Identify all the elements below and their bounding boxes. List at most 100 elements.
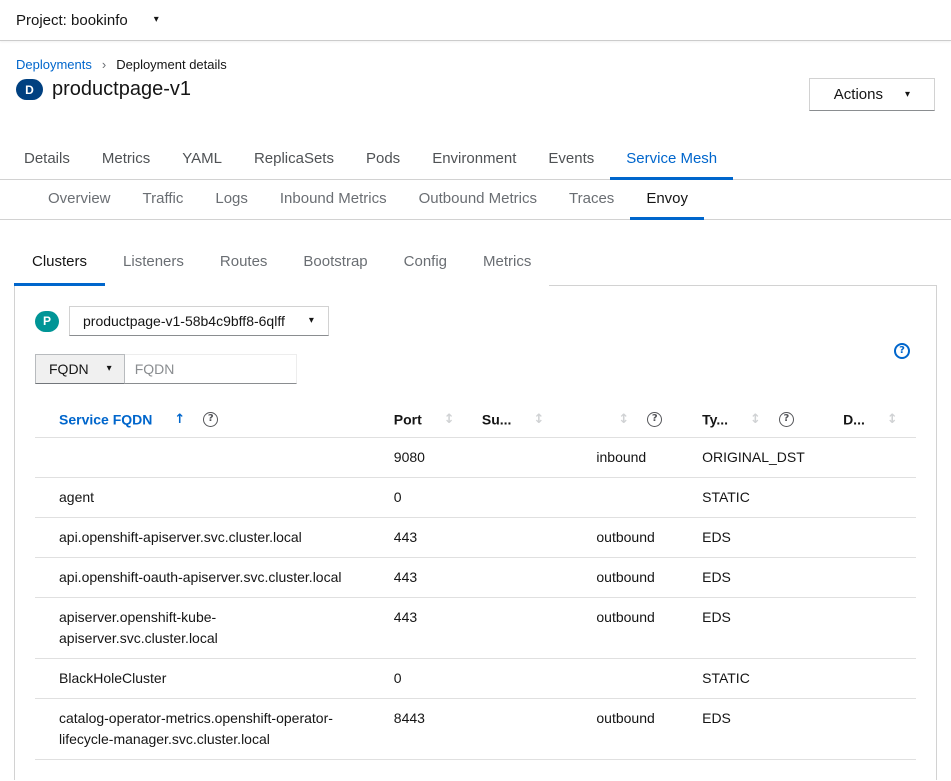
- cell-subset: [458, 558, 573, 598]
- tab-pods[interactable]: Pods: [350, 140, 416, 180]
- tab-yaml[interactable]: YAML: [166, 140, 238, 180]
- cell-destination_rule: [819, 699, 916, 760]
- tab-overview[interactable]: Overview: [32, 180, 127, 220]
- tab-logs[interactable]: Logs: [199, 180, 264, 220]
- tabs-filler: [549, 240, 937, 286]
- cell-subset: [458, 659, 573, 699]
- column-label-fqdn: Service FQDN: [59, 411, 152, 427]
- tab-service-mesh[interactable]: Service Mesh: [610, 140, 733, 180]
- actions-button-label: Actions: [834, 86, 883, 103]
- cell-direction: [572, 478, 678, 518]
- table-row: BlackHoleCluster0STATIC: [35, 659, 916, 699]
- cell-direction: outbound: [572, 598, 678, 659]
- tab-outbound-metrics[interactable]: Outbound Metrics: [403, 180, 553, 220]
- column-header-direction[interactable]: ↕?: [572, 400, 678, 438]
- tab-listeners[interactable]: Listeners: [105, 240, 202, 286]
- cell-type: ORIGINAL_DST: [678, 438, 819, 478]
- column-help-icon[interactable]: ?: [647, 412, 662, 427]
- cell-port: 8443: [370, 699, 458, 760]
- breadcrumb-link-deployments[interactable]: Deployments: [16, 57, 92, 72]
- column-label-port: Port: [394, 411, 422, 427]
- breadcrumb: Deployments › Deployment details: [16, 57, 935, 72]
- cell-subset: [458, 518, 573, 558]
- tab-events[interactable]: Events: [532, 140, 610, 180]
- page-title: productpage-v1: [52, 78, 191, 101]
- cell-destination_rule: [819, 659, 916, 699]
- column-header-destination_rule[interactable]: D... ↕: [819, 400, 916, 438]
- filter-row: FQDN ▾: [35, 354, 916, 384]
- pod-select-value: productpage-v1-58b4c9bff8-6qlff: [83, 313, 285, 329]
- column-header-fqdn[interactable]: Service FQDN ↑?: [35, 400, 370, 438]
- tab-metrics[interactable]: Metrics: [86, 140, 166, 180]
- tab-traces[interactable]: Traces: [553, 180, 630, 220]
- cell-port: 0: [370, 659, 458, 699]
- tab-inbound-metrics[interactable]: Inbound Metrics: [264, 180, 403, 220]
- sort-icon[interactable]: ↕: [618, 412, 629, 427]
- cell-fqdn: agent: [35, 478, 370, 518]
- service-mesh-tabs: OverviewTrafficLogsInbound MetricsOutbou…: [0, 180, 951, 220]
- caret-down-icon: ▾: [154, 15, 159, 25]
- sort-icon[interactable]: ↕: [533, 412, 544, 427]
- cell-subset: [458, 699, 573, 760]
- column-help-icon[interactable]: ?: [779, 412, 794, 427]
- column-header-port[interactable]: Port ↕: [370, 400, 458, 438]
- fqdn-filter-input[interactable]: [125, 354, 297, 384]
- project-bar: Project: bookinfo ▾: [0, 0, 951, 41]
- envoy-clusters-card: ? P productpage-v1-58b4c9bff8-6qlff ▾ FQ…: [14, 286, 937, 780]
- cell-port: 443: [370, 558, 458, 598]
- table-header-row: Service FQDN↑?Port↕Su...↕↕?Ty...↕?D...↕: [35, 400, 916, 438]
- tab-traffic[interactable]: Traffic: [127, 180, 200, 220]
- tab-routes[interactable]: Routes: [202, 240, 286, 286]
- table-row: agent0STATIC: [35, 478, 916, 518]
- cell-port: 9080: [370, 438, 458, 478]
- column-header-type[interactable]: Ty... ↕?: [678, 400, 819, 438]
- sort-asc-icon[interactable]: ↑: [174, 412, 185, 427]
- title-row: D productpage-v1 Actions ▾: [16, 78, 935, 114]
- pod-select[interactable]: productpage-v1-58b4c9bff8-6qlff ▾: [69, 306, 329, 336]
- cell-destination_rule: [819, 558, 916, 598]
- tab-details[interactable]: Details: [8, 140, 86, 180]
- sort-icon[interactable]: ↕: [444, 412, 455, 427]
- clusters-table: Service FQDN↑?Port↕Su...↕↕?Ty...↕?D...↕ …: [35, 400, 916, 760]
- actions-button[interactable]: Actions ▾: [809, 78, 935, 111]
- tab-metrics[interactable]: Metrics: [465, 240, 549, 286]
- sort-icon[interactable]: ↕: [887, 412, 898, 427]
- tab-bootstrap[interactable]: Bootstrap: [285, 240, 385, 286]
- clusters-help-icon[interactable]: ?: [894, 343, 910, 359]
- column-help-icon[interactable]: ?: [203, 412, 218, 427]
- tab-environment[interactable]: Environment: [416, 140, 532, 180]
- column-label-type: Ty...: [702, 411, 728, 427]
- cell-fqdn: catalog-operator-metrics.openshift-opera…: [35, 699, 370, 760]
- caret-down-icon: ▾: [309, 316, 314, 326]
- table-row: apiserver.openshift-kube-apiserver.svc.c…: [35, 598, 916, 659]
- filter-category-label: FQDN: [49, 361, 89, 377]
- cell-direction: outbound: [572, 699, 678, 760]
- column-header-subset[interactable]: Su...↕: [458, 400, 573, 438]
- caret-down-icon: ▾: [905, 90, 910, 100]
- deployment-badge: D: [16, 79, 43, 100]
- filter-category-select[interactable]: FQDN ▾: [35, 354, 125, 384]
- cell-type: EDS: [678, 518, 819, 558]
- cell-fqdn: api.openshift-apiserver.svc.cluster.loca…: [35, 518, 370, 558]
- cell-direction: outbound: [572, 558, 678, 598]
- sort-icon[interactable]: ↕: [750, 412, 761, 427]
- tab-config[interactable]: Config: [386, 240, 465, 286]
- tab-envoy[interactable]: Envoy: [630, 180, 704, 220]
- table-row: catalog-operator-metrics.openshift-opera…: [35, 699, 916, 760]
- cell-direction: [572, 659, 678, 699]
- caret-down-icon: ▾: [107, 364, 112, 374]
- cell-port: 0: [370, 478, 458, 518]
- cell-destination_rule: [819, 478, 916, 518]
- breadcrumb-current: Deployment details: [116, 57, 227, 72]
- tab-clusters[interactable]: Clusters: [14, 240, 105, 286]
- cell-destination_rule: [819, 598, 916, 659]
- cell-port: 443: [370, 598, 458, 659]
- pod-badge: P: [35, 311, 59, 332]
- column-label-destination_rule: D...: [843, 411, 865, 427]
- cell-fqdn: [35, 438, 370, 478]
- project-selector-label: Project: bookinfo: [16, 12, 128, 29]
- cell-subset: [458, 438, 573, 478]
- project-selector[interactable]: Project: bookinfo ▾: [16, 12, 159, 29]
- cell-direction: inbound: [572, 438, 678, 478]
- tab-replicasets[interactable]: ReplicaSets: [238, 140, 350, 180]
